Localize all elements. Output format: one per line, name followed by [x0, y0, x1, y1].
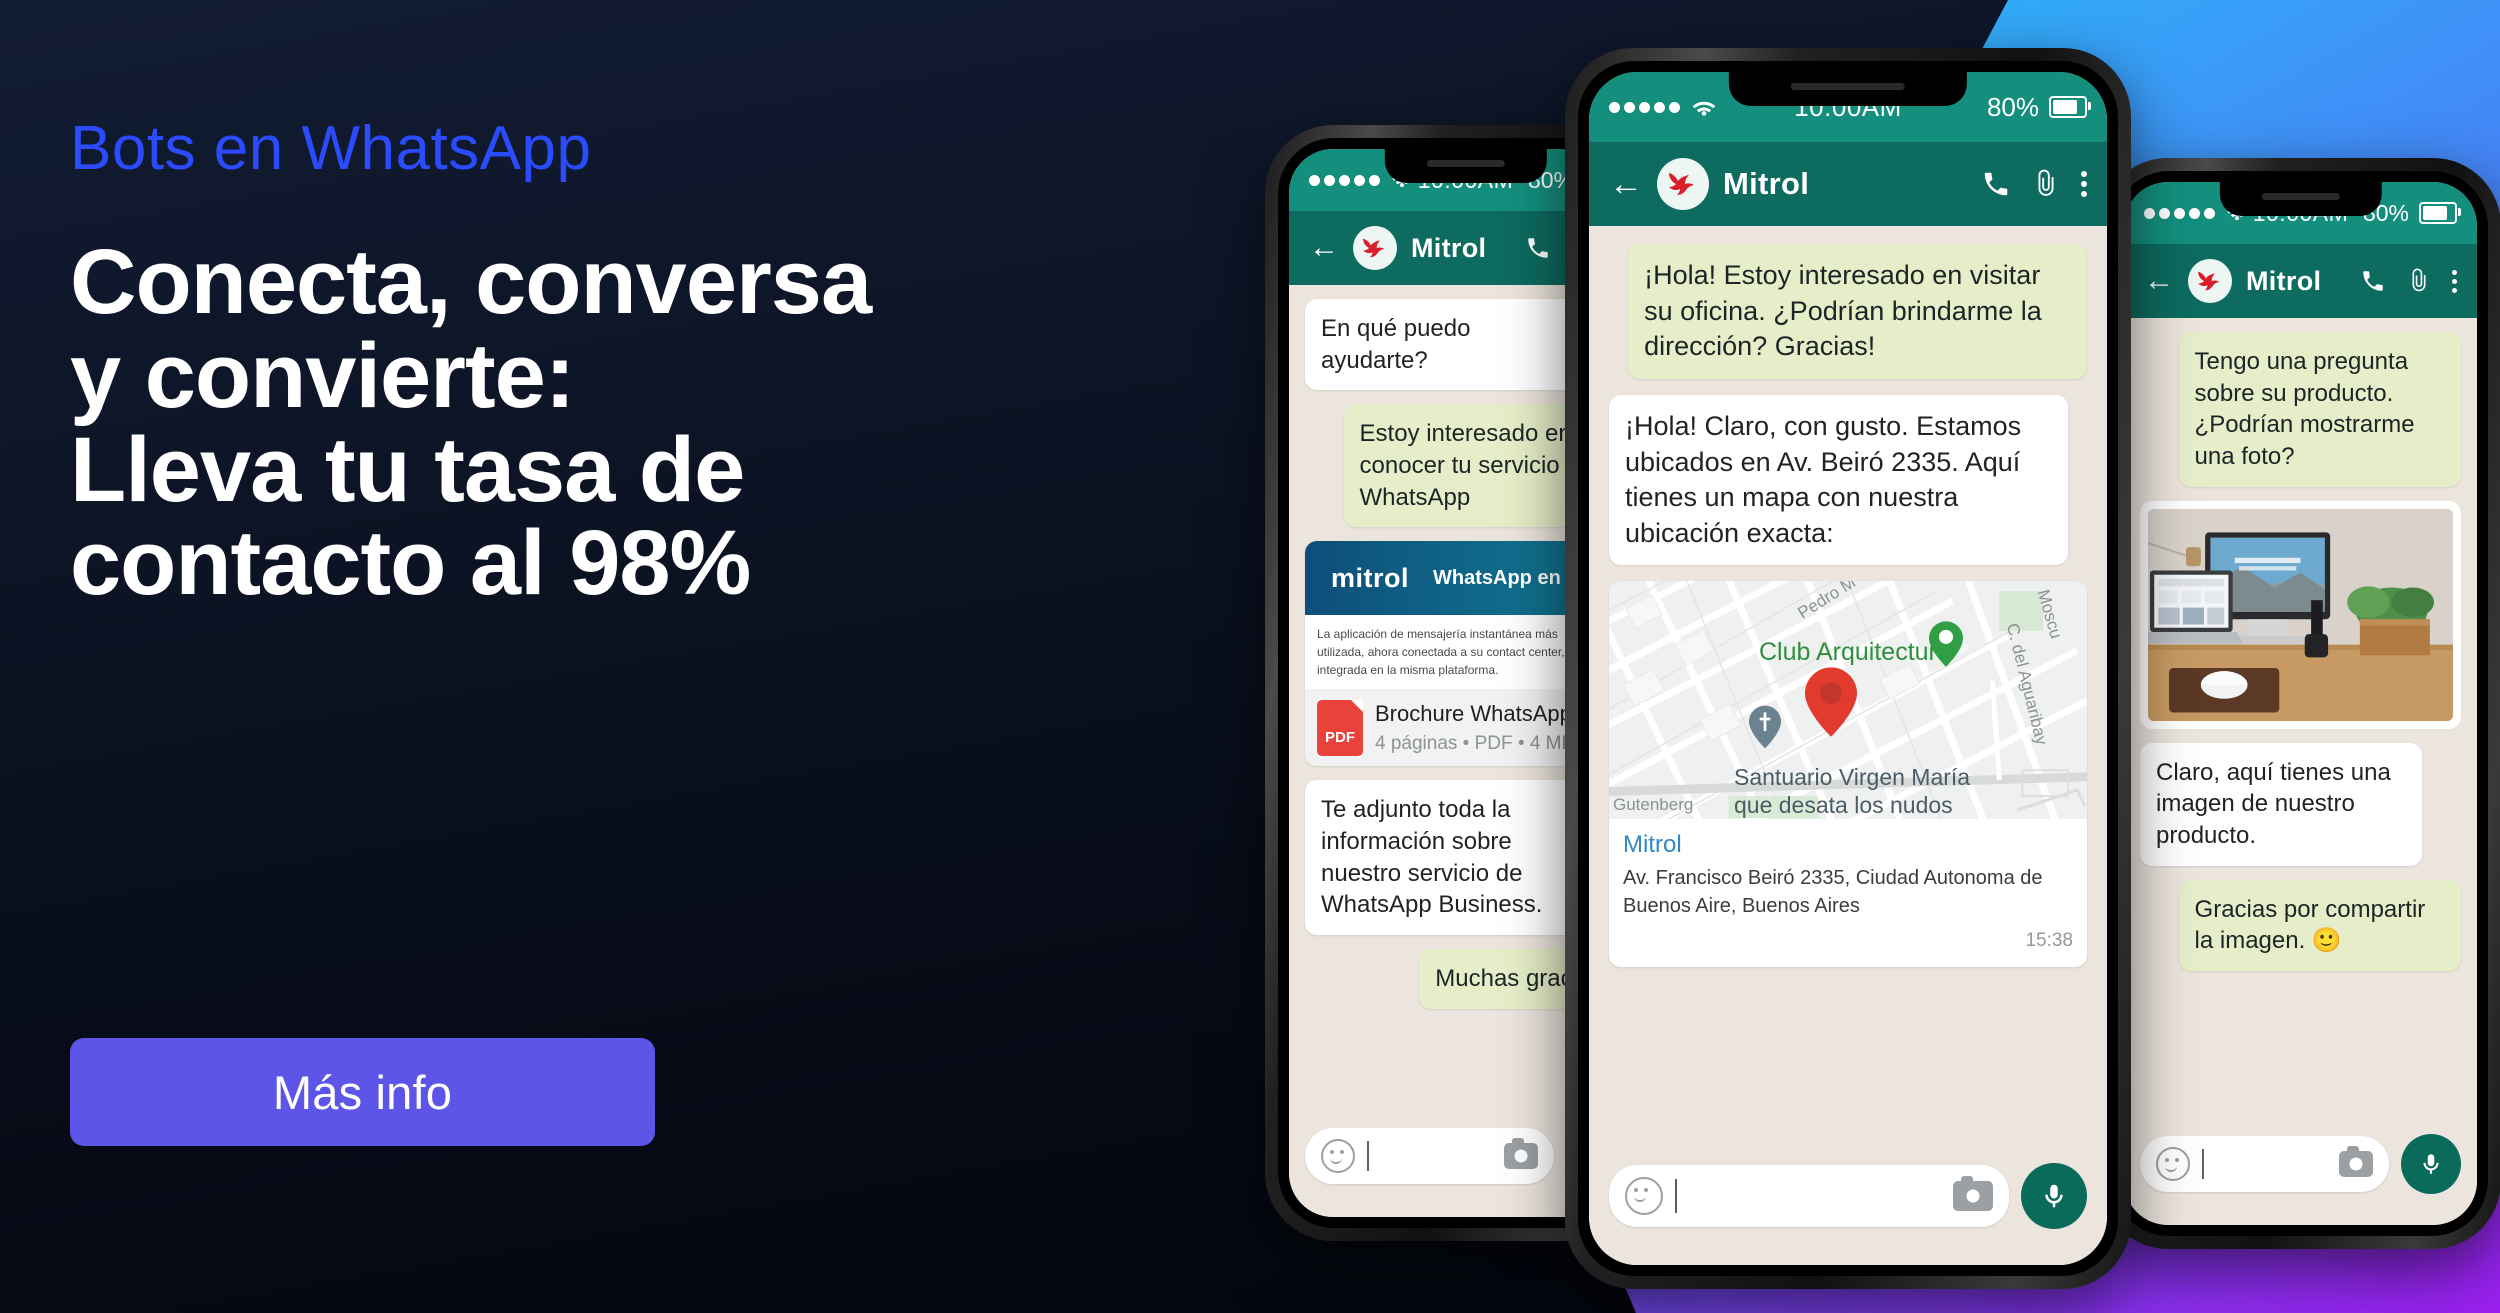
chat-body-center: ¡Hola! Estoy interesado en visitar su of… [1589, 226, 2107, 1149]
smiley-icon[interactable] [2156, 1147, 2190, 1181]
phone-right-body: 10:00AM 80% ← Mitrol [2113, 171, 2488, 1236]
status-left-group [1609, 96, 1719, 119]
chat-bubble: En qué puedo ayudarte? [1305, 299, 1588, 391]
church-pin [1749, 706, 1781, 749]
microphone-icon[interactable] [2021, 1163, 2087, 1229]
paperclip-icon[interactable] [2406, 268, 2432, 294]
mitrol-bird-logo [1363, 238, 1385, 258]
file-info: Brochure WhatsApp 4 páginas • PDF • 4 MB [1375, 699, 1574, 756]
phone-call-icon[interactable] [1525, 235, 1551, 261]
location-address: Av. Francisco Beiró 2335, Ciudad Autonom… [1623, 867, 2043, 917]
back-arrow-icon[interactable]: ← [2144, 266, 2174, 296]
battery-percent-center: 80% [1986, 91, 2039, 122]
location-place-name: Mitrol [1623, 831, 1682, 859]
signal-dots-icon [1609, 101, 1680, 113]
headline-line-4: contacto al 98% [70, 512, 751, 615]
camera-icon[interactable] [1953, 1176, 1993, 1211]
notch-left [1384, 149, 1547, 183]
header-actions-right [2360, 268, 2457, 294]
message-input[interactable] [1609, 1165, 2009, 1227]
destination-pin [1805, 667, 1857, 738]
chat-bubble: Te adjunto toda la información sobre nue… [1305, 780, 1588, 936]
smiley-icon[interactable] [1625, 1177, 1663, 1215]
map-preview[interactable]: Club Arquitectura Santuario Virgen María… [1609, 581, 2087, 820]
headline-line-2: y convierte: [70, 324, 575, 427]
chat-bubble: Gracias por compartir la imagen. 🙂 [2178, 879, 2461, 972]
location-meta: Mitrol Av. Francisco Beiró 2335, Ciudad … [1609, 819, 2087, 967]
chat-body-right: Tengo una pregunta sobre su producto. ¿P… [2124, 318, 2477, 1121]
desk-photo [2148, 508, 2453, 721]
message-input[interactable] [1305, 1128, 1554, 1184]
phone-call-icon[interactable] [2360, 268, 2386, 294]
link-card-brand: mitrol [1331, 562, 1410, 593]
banner-stage: Bots en WhatsApp Conecta, conversa y con… [0, 0, 2500, 1313]
phone-right: 10:00AM 80% ← Mitrol [2100, 158, 2500, 1249]
file-name: Brochure WhatsApp [1375, 701, 1572, 727]
notch-right [2219, 182, 2382, 216]
paperclip-icon[interactable] [2031, 169, 2061, 199]
battery-icon [2049, 96, 2091, 118]
kebab-menu-icon[interactable] [2081, 171, 2087, 197]
contact-name-left: Mitrol [1411, 232, 1487, 263]
poi-pin-green [1929, 621, 1963, 668]
photo-message-card[interactable] [2140, 500, 2461, 729]
avatar [2188, 259, 2232, 303]
signal-dots-icon [1309, 174, 1380, 186]
chat-bubble: ¡Hola! Estoy interesado en visitar su of… [1628, 244, 2087, 379]
avatar [1657, 158, 1709, 210]
battery-icon [2419, 202, 2461, 224]
eyebrow-label: Bots en WhatsApp [70, 114, 592, 183]
phone-right-screen: 10:00AM 80% ← Mitrol [2124, 182, 2477, 1225]
microphone-icon[interactable] [2401, 1134, 2461, 1194]
chat-bubble: ¡Hola! Claro, con gusto. Estamos ubicado… [1609, 394, 2068, 566]
pdf-file-icon: PDF [1317, 699, 1363, 756]
map-label-sanctuary: Santuario Virgen María que desata los nu… [1734, 764, 1971, 818]
phone-center-body: 10:00AM 80% ← Mitrol ¡Hola! Estoy intere… [1578, 61, 2118, 1276]
smiley-icon[interactable] [1321, 1139, 1355, 1173]
camera-icon[interactable] [2339, 1146, 2373, 1177]
chat-header-right: ← Mitrol [2124, 244, 2477, 318]
signal-dots-icon [2144, 207, 2215, 219]
map-street-gutenberg: Gutenberg [1613, 794, 1694, 814]
status-right-group: 80% [1986, 91, 2091, 123]
file-meta: 4 páginas • PDF • 4 MB [1375, 733, 1575, 755]
contact-name-right: Mitrol [2246, 265, 2322, 296]
kebab-menu-icon[interactable] [2452, 269, 2457, 293]
headline-line-1: Conecta, conversa [70, 231, 872, 333]
notch-center [1728, 72, 1968, 106]
phone-call-icon[interactable] [1981, 169, 2011, 199]
chat-bubble: Claro, aquí tienes una imagen de nuestro… [2140, 742, 2423, 866]
message-timestamp: 15:38 [2025, 930, 2073, 952]
location-card[interactable]: Club Arquitectura Santuario Virgen María… [1609, 581, 2087, 968]
mitrol-bird-logo [1669, 173, 1694, 195]
wifi-icon [1692, 101, 1716, 116]
hero-copy: Bots en WhatsApp Conecta, conversa y con… [70, 118, 1250, 611]
page-title: Conecta, conversa y convierte: Lleva tu … [70, 231, 1250, 615]
avatar [1353, 226, 1397, 270]
phone-center-screen: 10:00AM 80% ← Mitrol ¡Hola! Estoy intere… [1589, 72, 2107, 1265]
header-actions-center [1981, 169, 2087, 199]
text-caret [1675, 1179, 1677, 1213]
map-label-club: Club Arquitectura [1759, 638, 1951, 667]
camera-icon[interactable] [1504, 1138, 1538, 1169]
mitrol-bird-logo [2198, 271, 2220, 291]
mas-info-button[interactable]: Más info [70, 1038, 655, 1146]
message-input[interactable] [2140, 1136, 2389, 1192]
text-caret [2202, 1149, 2204, 1179]
message-input-bar-right [2124, 1121, 2477, 1225]
text-caret [1367, 1141, 1369, 1171]
desk-setup-illustration [2148, 508, 2453, 721]
contact-name-center: Mitrol [1723, 166, 1810, 201]
phone-center: 10:00AM 80% ← Mitrol ¡Hola! Estoy intere… [1565, 48, 2131, 1289]
chat-header-center: ← Mitrol [1589, 142, 2107, 226]
headline-line-3: Lleva tu tasa de [70, 418, 745, 521]
message-input-bar-center [1589, 1149, 2107, 1265]
back-arrow-icon[interactable]: ← [1609, 167, 1643, 201]
chat-bubble: Tengo una pregunta sobre su producto. ¿P… [2178, 332, 2461, 487]
back-arrow-icon[interactable]: ← [1309, 233, 1339, 263]
